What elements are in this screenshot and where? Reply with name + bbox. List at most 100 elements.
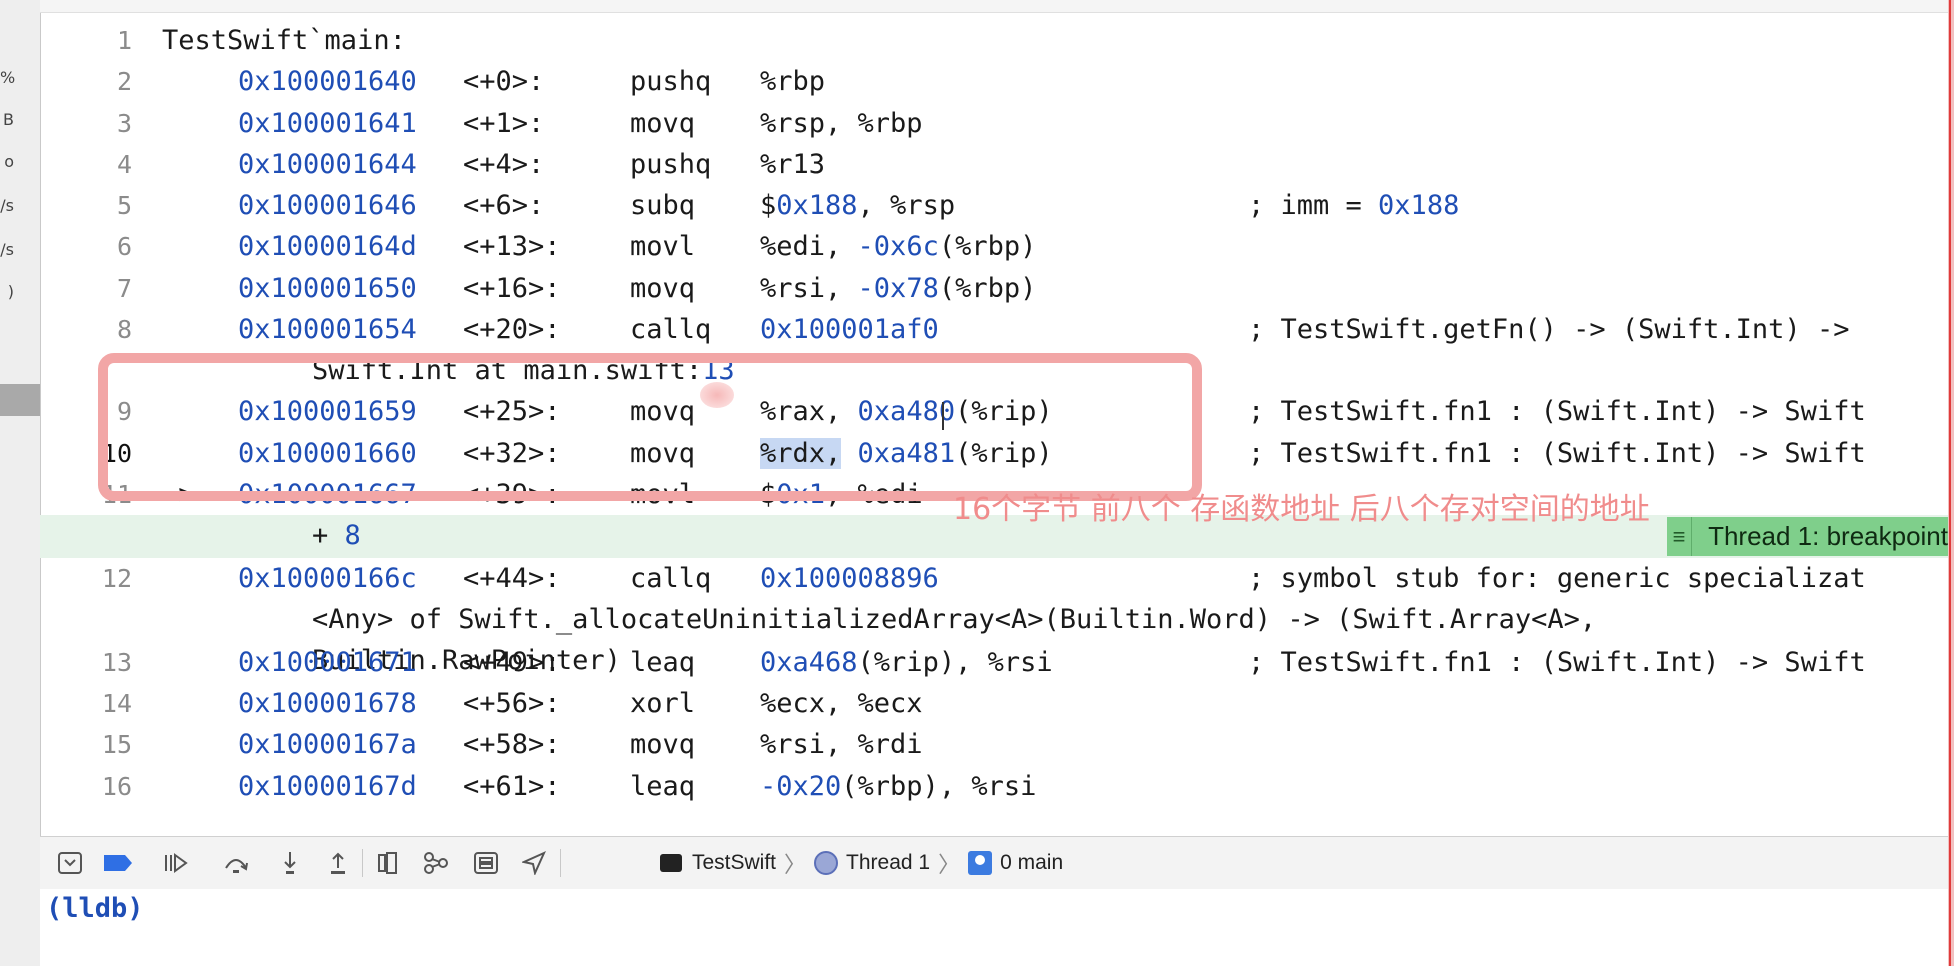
instruction-row[interactable]: 4 0x100001644 <+4>: pushq %r13	[40, 144, 1950, 185]
instruction-operands: 0x100001af0	[760, 309, 939, 350]
instruction-address: 0x100001654	[238, 314, 417, 345]
instruction-operands: -0x20(%rbp), %rsi	[760, 766, 1036, 807]
instruction-offset: <+0>:	[463, 66, 545, 97]
instruction-mnemonic: movq	[630, 273, 696, 304]
step-out-icon[interactable]	[322, 847, 354, 879]
operand-number: 0x100001af0	[760, 314, 939, 345]
operand-number: -0x78	[857, 273, 939, 304]
instruction-continuation: <Any> of Swift._allocateUninitializedArr…	[40, 599, 1950, 640]
line-number: 15	[101, 730, 132, 759]
chevron-right-icon: 〉	[784, 852, 807, 877]
view-debugger-icon[interactable]	[372, 847, 404, 879]
operand-text: (%rbp), %rsi	[841, 771, 1037, 802]
instruction-comment: ; TestSwift.fn1 : (Swift.Int) -> Swift	[1248, 396, 1866, 427]
line-number: 8	[116, 315, 132, 344]
instruction-offset: <+1>:	[463, 108, 545, 139]
breakpoints-toggle-icon[interactable]	[102, 847, 134, 879]
instruction-row[interactable]: 12 0x10000166c <+44>: callq 0x100008896 ; sym…	[40, 558, 1950, 599]
line-number: 4	[116, 150, 132, 179]
breadcrumb-frame[interactable]: 0 main	[968, 851, 1063, 875]
instruction-comment: ; TestSwift.getFn() -> (Swift.Int) ->	[1248, 314, 1850, 345]
debug-toolbar: TestSwift 〉 Thread 1 〉 0 main	[40, 836, 1948, 890]
instruction-operands: %rbp	[760, 66, 826, 97]
instruction-comment: ; TestSwift.fn1 : (Swift.Int) -> Swift	[1248, 647, 1866, 678]
breadcrumb-app[interactable]: TestSwift	[660, 851, 776, 875]
instruction-address: 0x10000166c	[238, 563, 417, 594]
instruction-offset: <+58>:	[463, 729, 561, 760]
sidebar-label: o	[4, 152, 14, 171]
instruction-comment: ; TestSwift.fn1 : (Swift.Int) -> Swift	[1248, 438, 1866, 469]
app-icon	[660, 854, 682, 872]
instruction-row[interactable]: 13 0x100001671 <+49>: leaq 0xa468(%rip), %rs…	[40, 642, 1950, 683]
operand-text: %edi,	[760, 231, 858, 262]
instruction-row[interactable]: 8 0x100001654 <+20>: callq 0x100001af0 ; Test…	[40, 309, 1950, 350]
disassembly-header: 1 TestSwift`main:	[40, 20, 1950, 61]
instruction-offset: <+56>:	[463, 688, 561, 719]
environment-overrides-icon[interactable]	[470, 847, 502, 879]
continuation-label: +	[312, 520, 345, 551]
instruction-mnemonic: subq	[630, 190, 696, 221]
instruction-address: 0x100001644	[238, 149, 417, 180]
instruction-offset: <+13>:	[463, 231, 561, 262]
operand-text: , %rsp	[857, 190, 956, 221]
instruction-offset: <+16>:	[463, 273, 561, 304]
continuation-text: <Any> of Swift._allocateUninitializedArr…	[312, 604, 1597, 635]
instruction-mnemonic: pushq	[630, 149, 712, 180]
sidebar-label: %	[0, 68, 16, 87]
instruction-offset: <+49>:	[463, 647, 561, 678]
instruction-row[interactable]: 14 0x100001678 <+56>: xorl %ecx, %ecx	[40, 683, 1950, 724]
badge-menu-icon[interactable]: ≡	[1667, 517, 1693, 556]
instruction-operands: %r13	[760, 149, 826, 180]
simulate-location-icon[interactable]	[518, 847, 550, 879]
continuation-text: + 8	[312, 515, 361, 556]
instruction-operands: 0x100008896	[760, 558, 939, 599]
instruction-offset: <+4>:	[463, 149, 545, 180]
step-over-icon[interactable]	[220, 847, 252, 879]
sidebar-label: )	[7, 282, 14, 301]
comment-number: 0x188	[1378, 190, 1460, 221]
thread-breakpoint-badge[interactable]: ≡ Thread 1: breakpoint	[1667, 517, 1948, 556]
instruction-mnemonic: movq	[630, 729, 696, 760]
instruction-row[interactable]: 6 0x10000164d <+13>: movl %edi, -0x6c(%rbp)	[40, 226, 1950, 267]
annotation-box	[98, 353, 1202, 501]
instruction-row[interactable]: 16 0x10000167d <+61>: leaq -0x20(%rbp), %rsi	[40, 766, 1950, 807]
line-number: 6	[116, 232, 132, 261]
instruction-row[interactable]: 15 0x10000167a <+58>: movq %rsi, %rdi	[40, 724, 1950, 765]
breadcrumb-thread[interactable]: Thread 1	[814, 851, 930, 875]
instruction-row[interactable]: 5 0x100001646 <+6>: subq $0x188, %rsp; imm =…	[40, 185, 1950, 226]
lldb-console[interactable]: (lldb)	[40, 889, 1948, 966]
operand-number: -0x20	[760, 771, 842, 802]
instruction-mnemonic: movq	[630, 108, 696, 139]
instruction-mnemonic: callq	[630, 314, 712, 345]
instruction-operands: %edi, -0x6c(%rbp)	[760, 226, 1036, 267]
instruction-comment: ; symbol stub for: generic specializat	[1248, 563, 1866, 594]
instruction-address: 0x100001671	[238, 647, 417, 678]
instruction-comment: ; imm = 0x188	[1248, 185, 1459, 226]
line-number: 7	[116, 274, 132, 303]
annotation-pointer	[700, 382, 734, 408]
badge-label: Thread 1: breakpoint	[1708, 521, 1948, 551]
instruction-address: 0x100001641	[238, 108, 417, 139]
comment-text: ; imm =	[1248, 190, 1379, 221]
instruction-row[interactable]: 7 0x100001650 <+16>: movq %rsi, -0x78(%rbp)	[40, 268, 1950, 309]
sidebar-selected-row[interactable]	[0, 384, 40, 416]
memory-graph-icon[interactable]	[420, 847, 452, 879]
operand-text: (%rbp)	[938, 273, 1037, 304]
instruction-operands: $0x188, %rsp	[760, 185, 955, 226]
line-number: 13	[101, 648, 132, 677]
continue-icon[interactable]	[160, 847, 192, 879]
instruction-address: 0x10000167a	[238, 729, 417, 760]
chevron-right-icon: 〉	[938, 852, 961, 877]
thread-icon	[814, 851, 839, 875]
instruction-row[interactable]: 2 0x100001640 <+0>: pushq %rbp	[40, 61, 1950, 102]
hide-debug-area-icon[interactable]	[54, 847, 86, 879]
instruction-operands: %rsp, %rbp	[760, 108, 923, 139]
lldb-prompt: (lldb)	[46, 893, 144, 924]
instruction-row[interactable]: 3 0x100001641 <+1>: movq %rsp, %rbp	[40, 103, 1950, 144]
instruction-address: 0x10000164d	[238, 231, 417, 262]
line-number: 14	[101, 689, 132, 718]
instruction-offset: <+61>:	[463, 771, 561, 802]
step-into-icon[interactable]	[274, 847, 306, 879]
line-number: 12	[101, 564, 132, 593]
operand-number: 0xa468	[760, 647, 858, 678]
